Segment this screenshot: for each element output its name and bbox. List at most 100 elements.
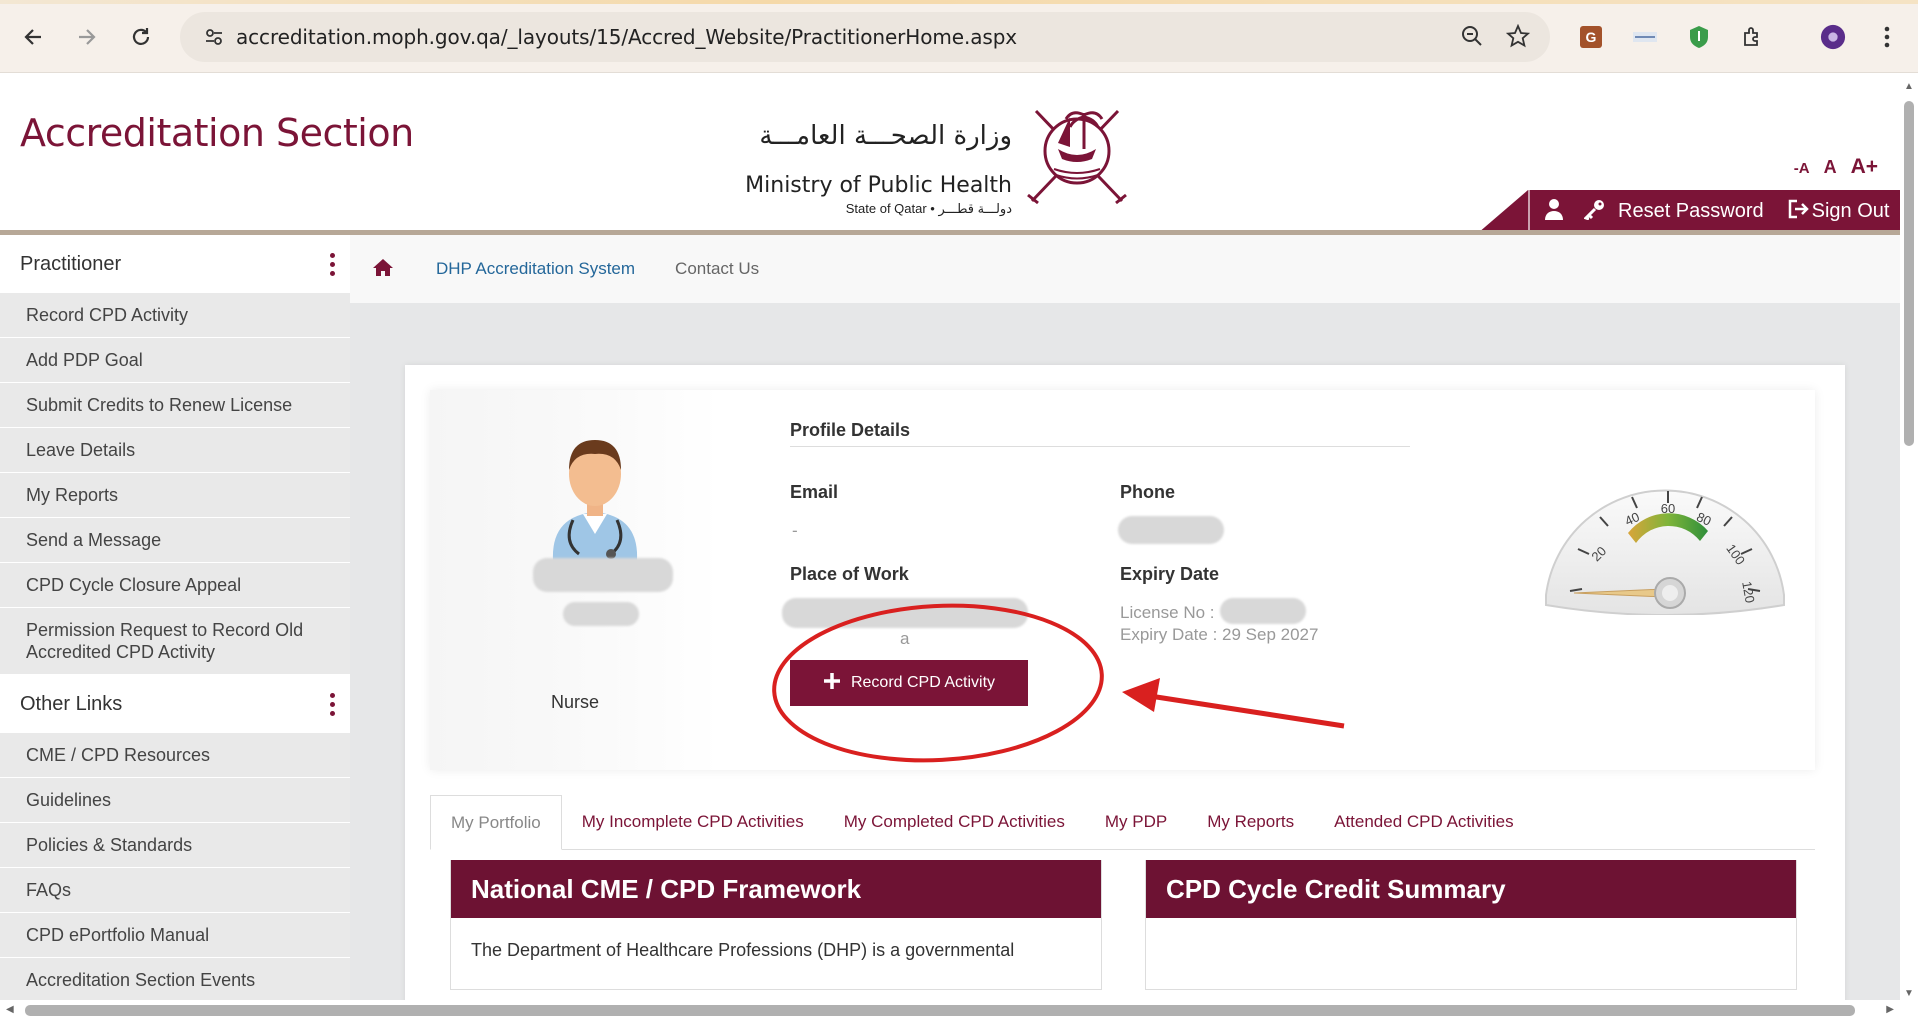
bookmark-star-icon[interactable] [1505,23,1531,53]
font-normal-button[interactable]: A [1824,157,1837,178]
kebab-menu-icon[interactable] [330,252,336,276]
grammarly-extension-icon[interactable]: G [1578,24,1604,50]
site-settings-icon[interactable] [194,27,234,47]
dashboard-card: Nurse Profile Details Email - Phone Plac… [405,365,1845,1000]
credit-summary-panel: CPD Cycle Credit Summary [1145,860,1797,990]
ministry-subtitle: State of Qatar • دولـــة قطـــر [845,201,1012,216]
svg-text:G: G [1586,29,1597,45]
plus-icon [823,672,841,695]
redacted-license-number [1220,598,1306,624]
nurse-avatar-icon [552,440,638,568]
tab-my-portfolio[interactable]: My Portfolio [430,795,562,850]
font-increase-button[interactable]: A+ [1851,155,1878,179]
framework-panel-body: The Department of Healthcare Professions… [471,940,1015,960]
sidebar-item-cycle-closure-appeal[interactable]: CPD Cycle Closure Appeal [0,563,350,608]
sign-out-icon[interactable] [1788,199,1810,225]
sidebar-item-faqs[interactable]: FAQs [0,868,350,913]
sidebar-item-section-events[interactable]: Accreditation Section Events [0,958,350,1000]
tab-incomplete-cpd[interactable]: My Incomplete CPD Activities [562,794,824,849]
account-bar: Reset Password Sign Out [1478,190,1900,233]
moph-logo[interactable]: وزارة الصحـــة العامـــة Ministry of Pub… [745,91,1136,216]
redacted-phone [1118,516,1224,544]
profile-avatar-icon[interactable] [1820,24,1846,50]
record-cpd-activity-button[interactable]: Record CPD Activity [790,660,1028,706]
forward-icon[interactable] [70,20,104,54]
main-content: DHP Accreditation System Contact Us Nurs… [350,235,1900,1000]
record-cpd-activity-label: Record CPD Activity [850,674,996,691]
sidebar-section-other-links[interactable]: Other Links [0,675,350,733]
tab-completed-cpd[interactable]: My Completed CPD Activities [824,794,1085,849]
place-of-work-label: Place of Work [790,564,909,584]
license-expiry-date: Expiry Date : 29 Sep 2027 [1120,625,1319,644]
email-value: - [792,521,798,540]
home-icon[interactable] [372,257,396,282]
email-label: Email [790,482,839,502]
sidebar-item-permission-request[interactable]: Permission Request to Record Old Accredi… [0,608,350,675]
browser-menu-icon[interactable] [1874,24,1900,50]
sidebar-item-send-message[interactable]: Send a Message [0,518,350,563]
redacted-place-of-work [782,598,1028,628]
scroll-down-icon[interactable]: ▼ [1904,988,1914,999]
vertical-scroll-thumb[interactable] [1904,101,1914,446]
gauge-tick-60: 60 [1661,501,1675,516]
browser-toolbar: accreditation.moph.gov.qa/_layouts/15/Ac… [0,0,1918,73]
scroll-right-icon[interactable]: ▶ [1886,1004,1894,1015]
tab-strip-edge [0,0,1918,4]
framework-panel: National CME / CPD Framework The Departm… [450,860,1102,990]
user-icon [1544,198,1564,226]
extension-icon[interactable] [1632,24,1658,50]
zoom-icon[interactable] [1460,24,1484,53]
sidebar-item-record-cpd-activity[interactable]: Record CPD Activity [0,293,350,338]
sidebar-section-title: Other Links [20,692,123,715]
phone-label: Phone [1120,482,1176,502]
shield-extension-icon[interactable] [1686,24,1712,50]
avatar-zone: Nurse [430,390,720,770]
scroll-left-icon[interactable]: ◀ [6,1004,14,1015]
license-number: License No : [1120,603,1215,622]
back-icon[interactable] [16,20,50,54]
sidebar-item-submit-credits[interactable]: Submit Credits to Renew License [0,383,350,428]
qatar-emblem-icon [1027,109,1127,205]
place-of-work-value: a [900,629,910,648]
reset-password-link[interactable]: Reset Password [1618,200,1764,223]
scroll-up-icon[interactable]: ▲ [1904,81,1914,92]
sidebar-item-eportfolio-manual[interactable]: CPD ePortfolio Manual [0,913,350,958]
sidebar-section-practitioner[interactable]: Practitioner [0,235,350,293]
tab-attended-cpd[interactable]: Attended CPD Activities [1314,794,1534,849]
sidebar-item-policies[interactable]: Policies & Standards [0,823,350,868]
extensions-puzzle-icon[interactable] [1740,24,1766,50]
site-title[interactable]: Accreditation Section [20,111,414,155]
divider [790,446,1410,447]
breadcrumb-system-link[interactable]: DHP Accreditation System [436,259,635,279]
breadcrumb-contact-link[interactable]: Contact Us [675,259,759,279]
sidebar-item-my-reports[interactable]: My Reports [0,473,350,518]
framework-panel-title: National CME / CPD Framework [451,860,1101,918]
breadcrumb: DHP Accreditation System Contact Us [350,235,1900,303]
font-size-controls: -A A A+ [1794,155,1878,179]
sidebar-item-guidelines[interactable]: Guidelines [0,778,350,823]
address-bar[interactable]: accreditation.moph.gov.qa/_layouts/15/Ac… [180,12,1550,62]
horizontal-scrollbar[interactable]: ◀ ▶ [0,1000,1900,1021]
account-bar-body: Reset Password Sign Out [1528,190,1900,233]
tab-my-reports[interactable]: My Reports [1187,794,1314,849]
redacted-name [533,558,673,592]
kebab-menu-icon[interactable] [330,692,336,716]
sidebar-section-title: Practitioner [20,252,122,275]
vertical-scrollbar[interactable]: ▲ ▼ [1900,73,1918,1001]
font-decrease-button[interactable]: -A [1794,160,1810,177]
account-bar-slant [1478,190,1528,233]
page-header: Accreditation Section وزارة الصحـــة الع… [0,73,1900,233]
portfolio-tabs: My Portfolio My Incomplete CPD Activitie… [430,795,1815,850]
sidebar-item-cme-resources[interactable]: CME / CPD Resources [0,733,350,778]
reload-icon[interactable] [124,20,158,54]
ministry-english-name: Ministry of Public Health [745,173,1012,198]
sign-out-link[interactable]: Sign Out [1812,200,1890,223]
ministry-arabic-name: وزارة الصحـــة العامـــة [759,121,1012,151]
url-text[interactable]: accreditation.moph.gov.qa/_layouts/15/Ac… [236,25,1017,49]
redacted-id [563,602,639,626]
divider [1528,190,1530,233]
tab-my-pdp[interactable]: My PDP [1085,794,1187,849]
sidebar-item-add-pdp-goal[interactable]: Add PDP Goal [0,338,350,383]
sidebar-item-leave-details[interactable]: Leave Details [0,428,350,473]
horizontal-scroll-thumb[interactable] [25,1005,1855,1016]
